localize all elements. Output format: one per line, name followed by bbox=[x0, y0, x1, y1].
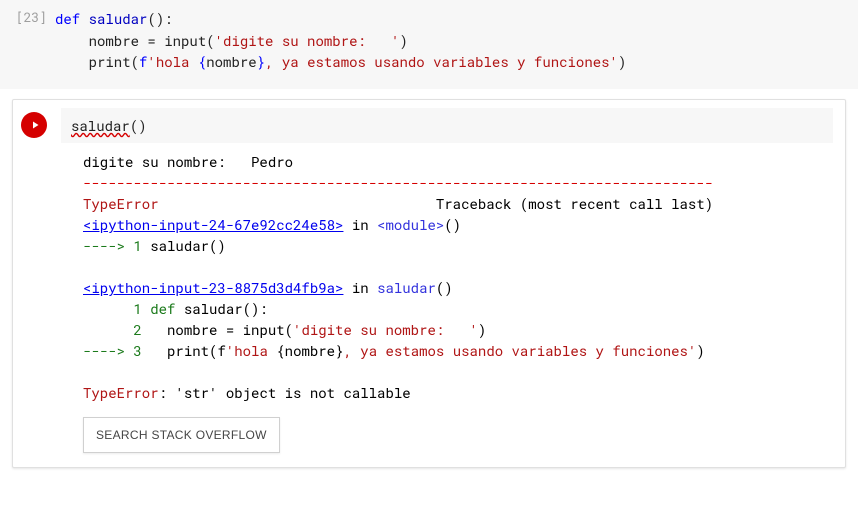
var: nombre bbox=[206, 52, 256, 71]
play-icon bbox=[29, 119, 41, 131]
func-call: saludar bbox=[71, 116, 130, 135]
brace: } bbox=[335, 341, 343, 360]
string-literal: , ya estamos usando variables y funcione… bbox=[265, 52, 618, 71]
keyword-def: def bbox=[55, 9, 80, 28]
keyword-def: def bbox=[142, 299, 176, 318]
paren: ) bbox=[696, 341, 704, 360]
code-text: print( bbox=[55, 52, 139, 71]
paren: () bbox=[444, 215, 461, 234]
code-editor[interactable]: def saludar(): nombre = input('digite su… bbox=[55, 4, 858, 77]
op: = bbox=[226, 320, 234, 339]
stdout-line: digite su nombre: Pedro bbox=[83, 152, 293, 171]
brace: { bbox=[198, 52, 206, 71]
line-number: 1 bbox=[83, 299, 142, 318]
string-literal: 'hola bbox=[147, 52, 197, 71]
traceback-link[interactable]: <ipython-input-23-8875d3d4fb9a> bbox=[83, 278, 343, 297]
error-name: TypeError bbox=[83, 194, 159, 213]
line-number: 2 bbox=[83, 320, 142, 339]
cell-output: digite su nombre: Pedro ----------------… bbox=[13, 143, 845, 467]
code-text: print( bbox=[142, 341, 218, 360]
string-literal: 'digite su nombre: ' bbox=[293, 320, 478, 339]
paren: () bbox=[436, 278, 453, 297]
f-prefix: f bbox=[217, 341, 225, 360]
paren: ) bbox=[478, 320, 486, 339]
error-name: TypeError bbox=[83, 383, 159, 402]
pointer: ----> 3 bbox=[83, 341, 142, 360]
code-text: nombre bbox=[142, 320, 226, 339]
search-stack-overflow-button[interactable]: SEARCH STACK OVERFLOW bbox=[83, 417, 280, 453]
code-editor[interactable]: saludar() bbox=[61, 108, 833, 143]
code-text: nombre bbox=[55, 31, 147, 50]
traceback-text: Traceback (most recent call last) bbox=[159, 194, 714, 213]
code-line: saludar(): bbox=[175, 299, 267, 318]
string-literal: 'hola bbox=[226, 341, 276, 360]
string-literal: , ya estamos usando variables y funcione… bbox=[344, 341, 697, 360]
in-text: in bbox=[343, 278, 377, 297]
module-name: <module> bbox=[377, 215, 444, 234]
separator: ----------------------------------------… bbox=[83, 173, 713, 192]
func-name: saludar bbox=[80, 9, 147, 28]
brace: } bbox=[257, 52, 265, 71]
paren: ) bbox=[618, 52, 626, 71]
code-text: input( bbox=[234, 320, 293, 339]
brace: { bbox=[276, 341, 284, 360]
string-literal: 'digite su nombre: ' bbox=[215, 31, 400, 50]
error-message: : 'str' object is not callable bbox=[159, 383, 411, 402]
code-cell-1: [23] def saludar(): nombre = input('digi… bbox=[0, 0, 858, 89]
code-cell-2: saludar() digite su nombre: Pedro ------… bbox=[12, 99, 846, 468]
pointer: ----> 1 bbox=[83, 236, 142, 255]
cell-prompt: [23] bbox=[0, 4, 55, 77]
run-button[interactable] bbox=[21, 112, 47, 138]
traceback-link[interactable]: <ipython-input-24-67e92cc24e58> bbox=[83, 215, 343, 234]
func-name: saludar bbox=[377, 278, 436, 297]
cell-header: saludar() bbox=[13, 100, 845, 143]
paren: ) bbox=[399, 31, 407, 50]
op: = bbox=[147, 31, 155, 50]
code-line: saludar() bbox=[142, 236, 226, 255]
var: nombre bbox=[285, 341, 335, 360]
paren: (): bbox=[147, 9, 172, 28]
in-text: in bbox=[343, 215, 377, 234]
code-text: input( bbox=[156, 31, 215, 50]
paren: () bbox=[130, 116, 147, 135]
